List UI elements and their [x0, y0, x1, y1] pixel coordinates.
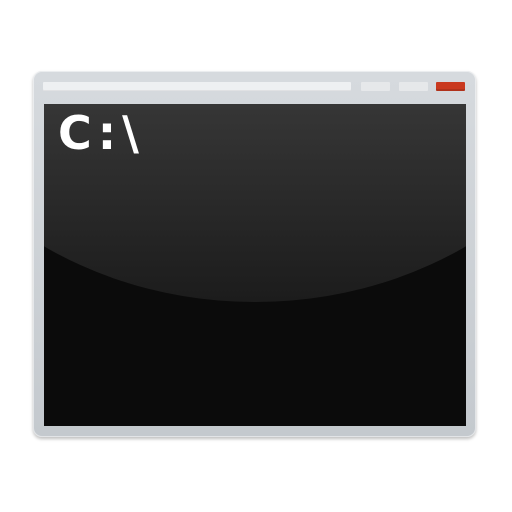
command-prompt: C:\ — [58, 106, 145, 160]
title-bar-field — [43, 82, 351, 91]
minimize-button[interactable] — [361, 82, 390, 91]
terminal-window: C:\ — [33, 71, 476, 437]
close-button[interactable] — [436, 82, 465, 91]
title-bar[interactable] — [43, 82, 466, 94]
maximize-button[interactable] — [399, 82, 428, 91]
console-area[interactable]: C:\ — [44, 104, 466, 426]
